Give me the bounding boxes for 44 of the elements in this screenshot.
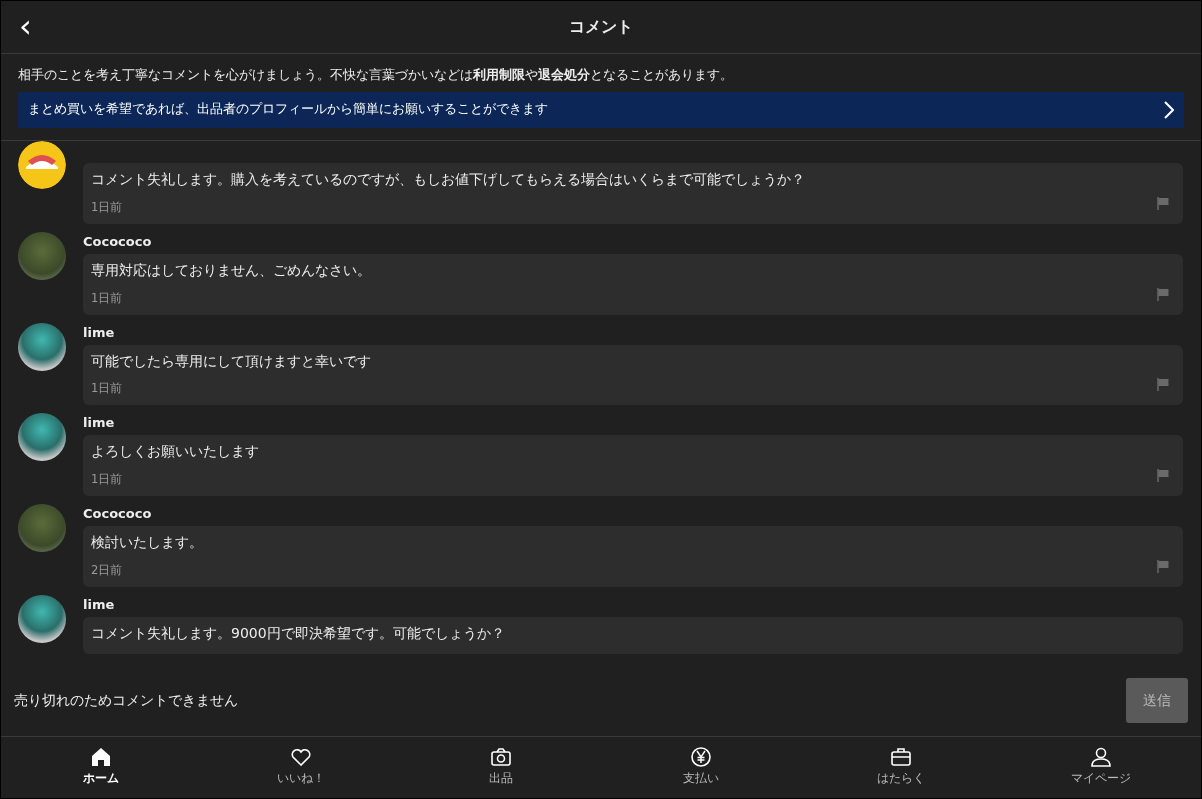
user-name: Cocococo bbox=[83, 232, 153, 251]
briefcase-icon bbox=[889, 745, 913, 769]
comment-time: 2日前 bbox=[91, 562, 123, 580]
comment-text: よろしくお願いいたします bbox=[91, 442, 260, 462]
avatar-picture bbox=[18, 413, 66, 462]
comment-time: 1日前 bbox=[91, 380, 123, 398]
flag-icon[interactable] bbox=[1157, 287, 1169, 301]
user-name: lime bbox=[83, 596, 116, 615]
tab-bar-item[interactable]: はたらく bbox=[801, 744, 1001, 798]
sold-out-message: 売り切れのためコメントできません bbox=[14, 691, 238, 710]
camera-icon bbox=[489, 745, 513, 769]
person-icon bbox=[1089, 745, 1113, 769]
page-title: コメント bbox=[569, 17, 633, 37]
chevron-right-icon bbox=[1164, 100, 1174, 119]
user-name: lime bbox=[83, 323, 116, 342]
comment-text: 検討いたします。 bbox=[91, 533, 204, 553]
avatar-photo bbox=[18, 504, 66, 553]
comment-text: 可能でしたら専用にして頂けますと幸いです bbox=[91, 351, 372, 371]
comment-text: コメント失礼します。購入を考えているのですが、もしお値下げしてもらえる場合はいくらまで可能でしょうか？ bbox=[91, 169, 806, 189]
comment-text: コメント失礼します。9000円で即決希望です。可能でしょうか？ bbox=[91, 624, 506, 644]
back-button[interactable]: ‹ bbox=[15, 11, 36, 41]
comment-time: 1日前 bbox=[91, 289, 123, 307]
tab-bar-item[interactable]: マイページ bbox=[1001, 744, 1201, 798]
flag-icon[interactable] bbox=[1157, 196, 1169, 210]
flag-icon[interactable] bbox=[1157, 560, 1169, 574]
avatar-icon bbox=[18, 140, 66, 189]
avatar-picture bbox=[18, 595, 66, 644]
comment-time: 1日前 bbox=[91, 471, 123, 489]
tab-bar-item[interactable]: 出品 bbox=[401, 744, 601, 798]
tab-bar-item[interactable]: いいね！ bbox=[201, 744, 401, 798]
tab-bar-item[interactable]: 支払い bbox=[601, 744, 801, 798]
user-name: lime bbox=[83, 414, 116, 433]
avatar-picture bbox=[18, 322, 66, 371]
notice-text: 相手のことを考え丁寧なコメントを心がけましょう。不快な言葉づかいなどは利用制限や退会処分となることがあります。 bbox=[18, 66, 734, 84]
comment-time: 1日前 bbox=[91, 198, 123, 216]
flag-icon[interactable] bbox=[1157, 469, 1169, 483]
comment-text: 専用対応はしておりません、ごめんなさい。 bbox=[91, 260, 372, 280]
user-name: Cocococo bbox=[83, 505, 153, 524]
bulk-buy-banner[interactable]: まとめ買いを希望であれば、出品者のプロフィールから簡単にお願いすることができます bbox=[18, 91, 1184, 128]
home-icon bbox=[89, 745, 113, 769]
avatar-photo bbox=[18, 231, 66, 280]
flag-icon[interactable] bbox=[1157, 378, 1169, 392]
tab-bar-item[interactable]: ホーム bbox=[1, 744, 201, 798]
yen-coin-icon bbox=[689, 745, 713, 769]
